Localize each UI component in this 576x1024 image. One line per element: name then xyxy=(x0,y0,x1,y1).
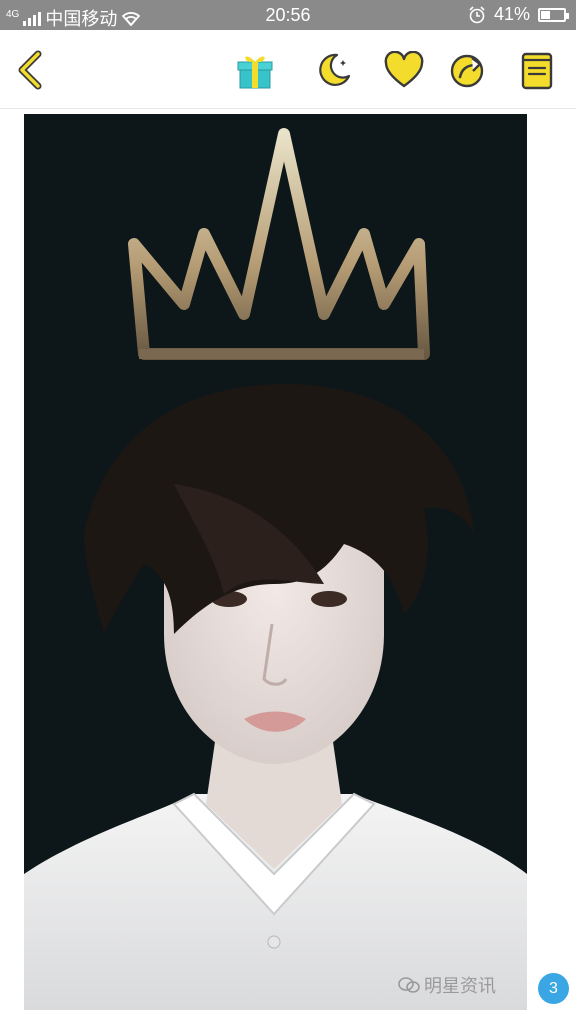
wechat-icon xyxy=(398,977,420,993)
right-eye xyxy=(311,591,347,607)
night-mode-icon xyxy=(319,53,351,86)
status-right: 41% xyxy=(468,4,569,25)
back-button[interactable] xyxy=(6,46,54,94)
crown xyxy=(128,128,430,360)
share-button[interactable] xyxy=(444,46,492,94)
alarm-icon xyxy=(469,5,485,23)
book-icon xyxy=(521,52,553,90)
comment-count-badge[interactable]: 3 xyxy=(538,973,569,1004)
favorite-heart-icon xyxy=(384,51,424,88)
gift-icon xyxy=(237,56,273,89)
image-watermark: 明星资讯 xyxy=(398,972,496,998)
portrait-image[interactable] xyxy=(24,114,527,1010)
favorite-button[interactable] xyxy=(380,46,428,94)
reader-toolbar xyxy=(0,30,576,109)
bookshelf-button[interactable] xyxy=(513,46,561,94)
battery-icon xyxy=(538,7,569,22)
gift-button[interactable] xyxy=(231,46,279,94)
back-arrow-icon xyxy=(18,50,42,90)
battery-percent: 41% xyxy=(493,4,530,24)
night-mode-button[interactable] xyxy=(309,46,357,94)
portrait-illustration xyxy=(24,128,527,1010)
status-bar: 4G 中国移动 20:56 41% xyxy=(0,0,576,30)
share-icon xyxy=(450,54,484,88)
battery-fill xyxy=(541,10,550,19)
shirt-button xyxy=(267,935,281,949)
watermark-text: 明星资讯 xyxy=(424,976,496,996)
